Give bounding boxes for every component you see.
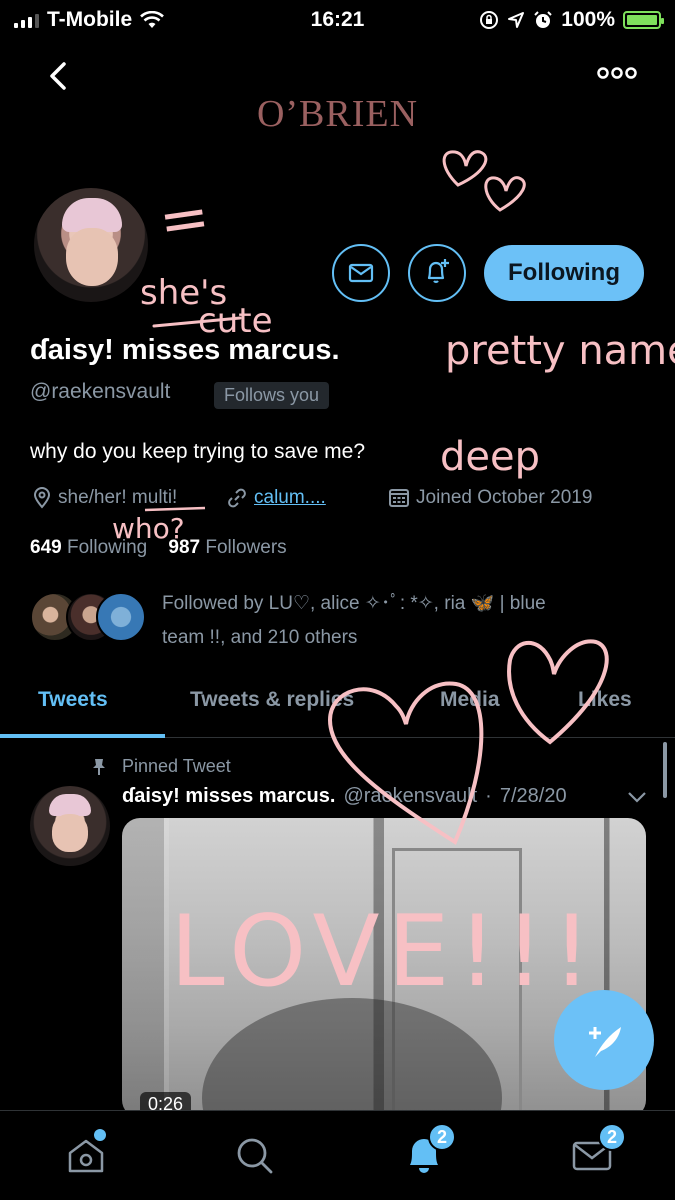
- joined-text: Joined October 2019: [416, 487, 593, 508]
- shes-doodle: she's: [140, 273, 227, 313]
- tweet-author[interactable]: ɗaisy! misses marcus.: [122, 785, 335, 808]
- compose-tweet-button[interactable]: [554, 990, 654, 1090]
- following-button[interactable]: Following: [484, 245, 644, 301]
- nav-home[interactable]: [64, 1129, 108, 1177]
- pin-icon: [93, 758, 105, 775]
- follow-counts: 649 Following 987 Followers: [30, 537, 287, 559]
- nav-search[interactable]: [232, 1133, 276, 1177]
- profile-avatar[interactable]: [30, 184, 152, 306]
- followed-by-text[interactable]: Followed by LU♡, alice ✧･ﾟ: *✧, ria 🦋 | …: [162, 587, 632, 655]
- followers-count: 987: [168, 537, 201, 558]
- pretty-name-doodle: pretty name: [445, 328, 675, 374]
- profile-bio: why do you keep trying to save me?: [30, 440, 366, 463]
- followed-by-line2: team !!, and 210 others: [162, 627, 358, 648]
- profile-link[interactable]: calum....: [254, 487, 326, 509]
- username-handle: @raekensvault: [30, 380, 171, 403]
- profile-tabs: Tweets Tweets & replies Media Likes: [0, 670, 675, 738]
- heart-doodle: [442, 150, 488, 187]
- tweet-date: 7/28/20: [499, 785, 567, 807]
- follower-avatar: [96, 592, 146, 642]
- following-count: 649: [30, 537, 62, 558]
- underline-doodle: [152, 316, 242, 328]
- more-options-icon[interactable]: [596, 62, 638, 84]
- nav-messages[interactable]: 2: [570, 1123, 626, 1177]
- joined-meta: Joined October 2019: [388, 487, 592, 509]
- message-button[interactable]: [332, 244, 390, 302]
- scrollbar[interactable]: [663, 742, 667, 798]
- notify-button[interactable]: [408, 244, 466, 302]
- followed-by-line1: Followed by LU♡, alice ✧･ﾟ: *✧, ria 🦋 | …: [162, 593, 546, 614]
- status-bar: T-Mobile 16:21 100%: [0, 0, 675, 38]
- feather-plus-icon: [589, 1027, 621, 1057]
- status-right: 100%: [479, 8, 664, 32]
- chevron-down-icon[interactable]: [626, 788, 648, 806]
- followers-label: Followers: [205, 537, 287, 558]
- messages-badge: 2: [598, 1123, 626, 1151]
- tab-tweets-replies[interactable]: Tweets & replies: [190, 688, 354, 712]
- back-arrow-icon[interactable]: [40, 56, 80, 96]
- following-link[interactable]: 649 Following: [30, 537, 147, 558]
- pinned-label: Pinned Tweet: [122, 756, 231, 776]
- display-name: ɗaisy! misses marcus.: [30, 334, 340, 366]
- rotation-lock-icon: [480, 11, 499, 29]
- tweet-handle: @raekensvault: [343, 785, 478, 807]
- link-meta[interactable]: calum....: [226, 487, 326, 509]
- calendar-icon: [389, 489, 409, 507]
- tweet-header: ɗaisy! misses marcus. @raekensvault · 7/…: [122, 785, 652, 808]
- location-meta: she/her! multi!: [32, 487, 177, 509]
- location-text: she/her! multi!: [58, 487, 178, 508]
- active-tab-indicator: [0, 734, 165, 738]
- bell-plus-icon: [427, 259, 449, 284]
- pinned-indicator: Pinned Tweet: [90, 756, 231, 777]
- link-icon: [228, 488, 246, 508]
- notifications-badge: 2: [428, 1123, 456, 1151]
- heart-doodle: [484, 176, 526, 212]
- follows-you-badge: Follows you: [214, 382, 330, 409]
- battery-icon: [623, 11, 664, 29]
- alarm-icon: [534, 11, 552, 28]
- tab-likes[interactable]: Likes: [578, 688, 632, 712]
- battery-percent: 100%: [561, 8, 615, 31]
- search-icon: [237, 1138, 273, 1174]
- location-icon: [508, 12, 525, 28]
- location-pin-icon: [33, 487, 51, 509]
- equals-doodle: =: [155, 181, 215, 257]
- nav-notifications[interactable]: 2: [402, 1123, 456, 1177]
- deep-doodle: deep: [440, 434, 540, 480]
- following-label: Following: [66, 537, 148, 558]
- tab-media[interactable]: Media: [440, 688, 500, 712]
- followers-link[interactable]: 987 Followers: [168, 537, 286, 558]
- tweet-separator: ·: [485, 785, 492, 807]
- header-banner-text: O’BRIEN: [256, 93, 419, 135]
- bottom-navigation: 2 2: [0, 1110, 675, 1200]
- home-new-dot: [94, 1129, 106, 1141]
- tweet-avatar[interactable]: [30, 786, 110, 866]
- tab-tweets[interactable]: Tweets: [38, 688, 108, 712]
- envelope-icon: [348, 263, 374, 283]
